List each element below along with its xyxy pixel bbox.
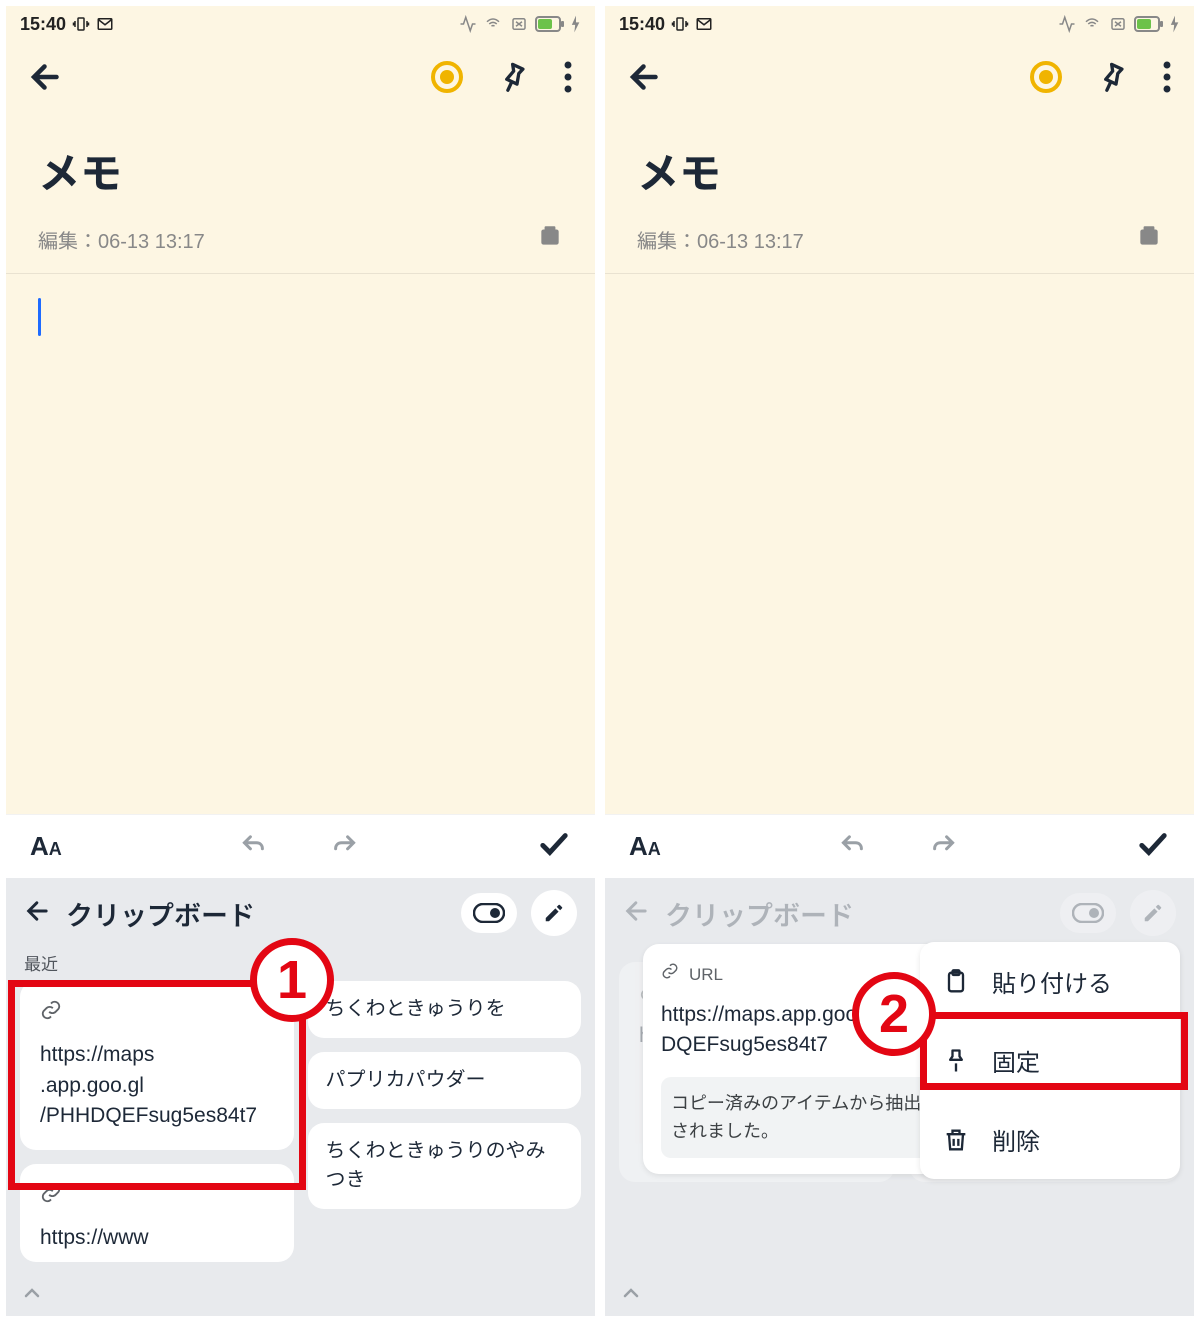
no-sim-icon — [1108, 15, 1128, 33]
record-icon[interactable] — [1030, 61, 1062, 98]
battery-icon — [535, 15, 565, 33]
edited-time: 06-13 13:17 — [98, 231, 205, 253]
gmail-icon — [695, 15, 713, 33]
pin-button[interactable] — [1096, 61, 1128, 98]
note-title[interactable]: メモ — [38, 140, 563, 201]
app-bar — [605, 42, 1194, 116]
screen-left: 15:40 メモ — [6, 6, 595, 1316]
redo-button[interactable] — [329, 832, 359, 861]
clipboard-item-text2[interactable]: パプリカパウダー — [308, 1052, 582, 1109]
text-cursor — [38, 298, 41, 336]
note-body[interactable] — [6, 274, 595, 814]
vibrate-icon — [72, 15, 90, 33]
clipboard-panel: クリップボード 最近 https://maps .app.goo.gl /PHH… — [6, 878, 595, 1316]
gmail-icon — [96, 15, 114, 33]
status-bar: 15:40 — [605, 6, 1194, 42]
edited-label: 編集： — [637, 231, 697, 253]
text-format-button[interactable]: AA — [30, 831, 62, 862]
archive-icon[interactable] — [537, 223, 563, 255]
archive-icon[interactable] — [1136, 223, 1162, 255]
activity-icon — [1058, 15, 1076, 33]
undo-button[interactable] — [838, 832, 868, 861]
text-format-button[interactable]: AA — [629, 831, 661, 862]
format-toolbar: AA — [605, 814, 1194, 878]
vibrate-icon — [671, 15, 689, 33]
clipboard-item-text: https://www — [40, 1223, 274, 1253]
note-body[interactable] — [605, 274, 1194, 814]
note-meta: 編集：06-13 13:17 — [605, 209, 1194, 274]
done-button[interactable] — [537, 830, 571, 863]
paste-icon — [942, 968, 970, 996]
status-time: 15:40 — [20, 14, 66, 35]
back-button[interactable] — [627, 59, 663, 100]
annotation-highlight-1 — [8, 980, 306, 1190]
clipboard-edit-button[interactable] — [531, 890, 577, 936]
link-icon — [661, 962, 679, 988]
popup-note: コピー済みのアイテムから抽出されました。 — [661, 1077, 935, 1159]
wifi-icon — [1082, 15, 1102, 33]
note-title[interactable]: メモ — [637, 140, 1162, 201]
clipboard-item-text1[interactable]: ちくわときゅうりを — [308, 981, 582, 1038]
clipboard-toggle[interactable] — [461, 893, 517, 933]
annotation-number-2: 2 — [852, 972, 936, 1056]
app-bar — [6, 42, 595, 116]
undo-button[interactable] — [239, 832, 269, 861]
menu-delete[interactable]: 削除 — [920, 1100, 1180, 1179]
note-title-area: メモ — [605, 116, 1194, 209]
clipboard-back-button[interactable] — [24, 897, 52, 930]
clipboard-back-button[interactable] — [623, 897, 651, 930]
no-sim-icon — [509, 15, 529, 33]
record-icon[interactable] — [431, 61, 463, 98]
edited-time: 06-13 13:17 — [697, 231, 804, 253]
status-time: 15:40 — [619, 14, 665, 35]
clipboard-title: クリップボード — [66, 894, 447, 933]
format-toolbar: AA — [6, 814, 595, 878]
menu-delete-label: 削除 — [992, 1122, 1040, 1157]
back-button[interactable] — [28, 59, 64, 100]
note-meta: 編集：06-13 13:17 — [6, 209, 595, 274]
wifi-icon — [483, 15, 503, 33]
note-title-area: メモ — [6, 116, 595, 209]
clipboard-item-text3[interactable]: ちくわときゅうりのやみつき — [308, 1123, 582, 1209]
more-button[interactable] — [1162, 61, 1172, 98]
menu-paste[interactable]: 貼り付ける — [920, 942, 1180, 1021]
pin-button[interactable] — [497, 61, 529, 98]
clipboard-title: クリップボード — [665, 894, 1046, 933]
clipboard-panel: クリップボード https://www みつき — [605, 878, 1194, 1316]
expand-icon[interactable] — [20, 1285, 44, 1308]
redo-button[interactable] — [928, 832, 958, 861]
edited-label: 編集： — [38, 231, 98, 253]
done-button[interactable] — [1136, 830, 1170, 863]
trash-icon — [942, 1126, 970, 1154]
battery-icon — [1134, 15, 1164, 33]
more-button[interactable] — [563, 61, 573, 98]
clipboard-toggle[interactable] — [1060, 893, 1116, 933]
screen-right: 15:40 メモ — [605, 6, 1194, 1316]
expand-icon[interactable] — [619, 1285, 643, 1308]
annotation-highlight-2 — [920, 1012, 1188, 1090]
charging-icon — [571, 15, 581, 33]
activity-icon — [459, 15, 477, 33]
annotation-number-1: 1 — [250, 938, 334, 1022]
charging-icon — [1170, 15, 1180, 33]
status-bar: 15:40 — [6, 6, 595, 42]
clipboard-edit-button[interactable] — [1130, 890, 1176, 936]
menu-paste-label: 貼り付ける — [992, 964, 1112, 999]
popup-label: URL — [689, 963, 723, 988]
